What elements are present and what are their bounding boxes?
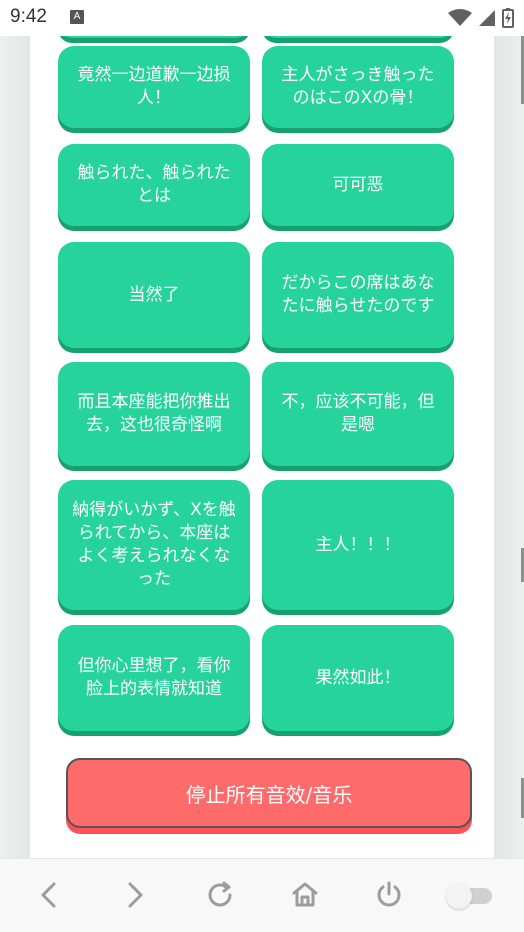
battery-icon — [502, 8, 514, 28]
left-page-edge — [0, 36, 30, 858]
sound-button[interactable]: 主人がさっき触ったのはこのXの骨！ — [262, 46, 454, 128]
scrollbar[interactable] — [518, 36, 524, 858]
power-icon[interactable] — [373, 879, 405, 911]
sound-button[interactable]: 可可恶 — [262, 144, 454, 226]
status-icons — [448, 8, 514, 28]
sound-button[interactable]: 不，应该不可能，但是嗯 — [262, 362, 454, 466]
reload-icon[interactable] — [204, 879, 236, 911]
home-icon[interactable] — [289, 879, 321, 911]
wifi-icon — [448, 9, 472, 26]
signal-icon — [479, 10, 495, 26]
sound-button[interactable]: 竟然一边道歉一边损人！ — [58, 46, 250, 128]
sound-button[interactable]: 而且本座能把你推出去，这也很奇怪啊 — [58, 362, 250, 466]
status-time: 9:42 — [10, 6, 47, 27]
sound-button-top-partial-right[interactable] — [262, 36, 454, 38]
notification-a-icon: A — [70, 10, 84, 24]
forward-icon[interactable] — [118, 879, 150, 911]
sound-button[interactable]: 触られた、触られたとは — [58, 144, 250, 226]
page-scroll-area[interactable]: 竟然一边道歉一边损人！ 主人がさっき触ったのはこのXの骨！ 触られた、触られたと… — [0, 36, 524, 858]
toggle-switch[interactable] — [446, 883, 494, 909]
sound-button[interactable]: 但你心里想了，看你脸上的表情就知道 — [58, 625, 250, 731]
sound-button-top-partial-left[interactable] — [58, 36, 250, 38]
sound-button[interactable]: 主人！！！ — [262, 480, 454, 610]
status-bar: 9:42 A — [0, 0, 524, 36]
sound-button[interactable]: 納得がいかず、Xを触られてから、本座はよく考えられなくなった — [58, 480, 250, 610]
toggle-knob — [446, 883, 472, 909]
stop-all-sound-button[interactable]: 停止所有音效/音乐 — [66, 758, 472, 828]
bottom-navigation-bar — [0, 858, 524, 932]
sound-button[interactable]: 当然了 — [58, 242, 250, 348]
stop-button-wrapper: 停止所有音效/音乐 — [66, 758, 472, 834]
sound-button[interactable]: だからこの席はあなたに触らせたのです — [262, 242, 454, 348]
sound-button[interactable]: 果然如此！ — [262, 625, 454, 731]
back-icon[interactable] — [34, 879, 66, 911]
